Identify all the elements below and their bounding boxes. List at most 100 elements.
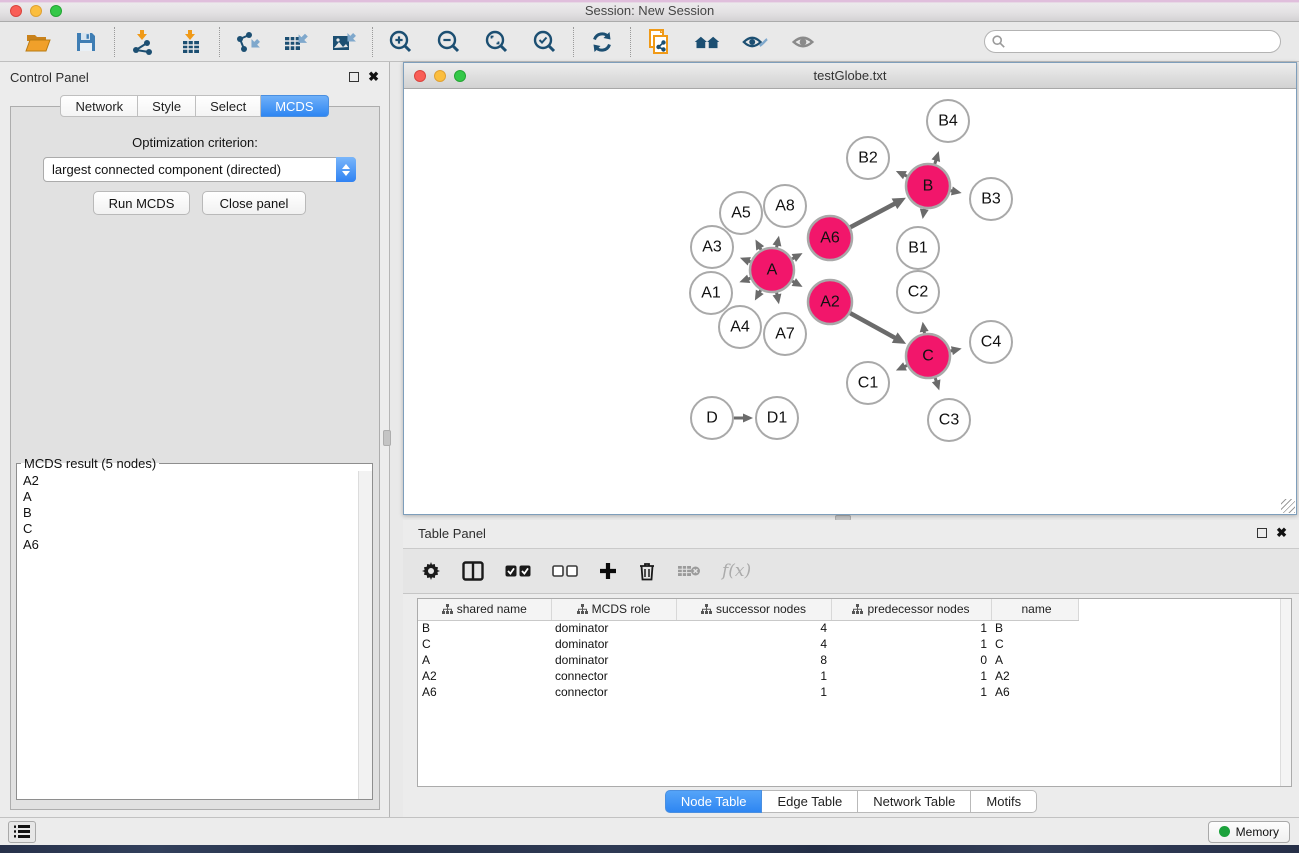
zoom-out-button[interactable] bbox=[435, 28, 463, 56]
tab-node-table[interactable]: Node Table bbox=[665, 790, 763, 813]
table-cell[interactable]: A6 bbox=[991, 684, 1078, 700]
float-panel-icon[interactable] bbox=[349, 72, 359, 82]
table-row[interactable]: Adominator80A bbox=[418, 652, 1078, 668]
table-row[interactable]: Bdominator41B bbox=[418, 620, 1078, 636]
mcds-result-item[interactable]: B bbox=[23, 505, 372, 521]
graph-node-C4[interactable]: C4 bbox=[970, 321, 1012, 363]
network-canvas[interactable]: B4B2BB3B1A5A8A6A3AA1C2A2A4A7C4CC1C3DD1 bbox=[404, 89, 1296, 514]
mcds-result-item[interactable]: A2 bbox=[23, 473, 372, 489]
graph-edge-A-A1[interactable] bbox=[739, 275, 750, 283]
export-network-button[interactable] bbox=[234, 28, 262, 56]
graph-edge-A-A3[interactable] bbox=[740, 257, 751, 265]
table-cell[interactable]: A bbox=[991, 652, 1078, 668]
table-cell[interactable]: dominator bbox=[551, 652, 676, 668]
tab-motifs[interactable]: Motifs bbox=[971, 790, 1037, 813]
window-resize-grip[interactable] bbox=[1281, 499, 1295, 513]
graph-edge-B-B4[interactable] bbox=[931, 151, 940, 164]
memory-button[interactable]: Memory bbox=[1208, 821, 1290, 843]
graph-node-A4[interactable]: A4 bbox=[719, 306, 761, 348]
hide-selected-button[interactable] bbox=[741, 28, 769, 56]
table-row[interactable]: A2connector11A2 bbox=[418, 668, 1078, 684]
table-cell[interactable]: 1 bbox=[831, 668, 991, 684]
search-field[interactable] bbox=[984, 30, 1281, 53]
column-header-name[interactable]: name bbox=[991, 599, 1078, 620]
result-list-scrollbar[interactable] bbox=[358, 471, 372, 799]
graph-node-D1[interactable]: D1 bbox=[756, 397, 798, 439]
tab-select[interactable]: Select bbox=[196, 95, 261, 117]
table-cell[interactable]: connector bbox=[551, 668, 676, 684]
table-cell[interactable]: A2 bbox=[991, 668, 1078, 684]
graph-node-A6[interactable]: A6 bbox=[808, 216, 852, 260]
export-table-button[interactable] bbox=[282, 28, 310, 56]
graph-edge-A6-B[interactable] bbox=[850, 198, 906, 228]
table-cell[interactable]: connector bbox=[551, 684, 676, 700]
table-cell[interactable]: 1 bbox=[676, 684, 831, 700]
table-row[interactable]: A6connector11A6 bbox=[418, 684, 1078, 700]
task-history-button[interactable] bbox=[8, 821, 36, 843]
graph-node-B2[interactable]: B2 bbox=[847, 137, 889, 179]
graph-edge-C-C2[interactable] bbox=[920, 322, 929, 333]
first-neighbors-button[interactable] bbox=[693, 28, 721, 56]
search-input[interactable] bbox=[1009, 32, 1280, 51]
zoom-in-button[interactable] bbox=[387, 28, 415, 56]
column-header-mcds-role[interactable]: MCDS role bbox=[551, 599, 676, 620]
graph-node-C3[interactable]: C3 bbox=[928, 399, 970, 441]
graph-node-C1[interactable]: C1 bbox=[847, 362, 889, 404]
graph-node-A8[interactable]: A8 bbox=[764, 185, 806, 227]
tab-mcds[interactable]: MCDS bbox=[261, 95, 328, 117]
graph-node-A3[interactable]: A3 bbox=[691, 226, 733, 268]
table-cell[interactable]: C bbox=[991, 636, 1078, 652]
mcds-result-item[interactable]: A6 bbox=[23, 537, 372, 553]
show-all-button[interactable] bbox=[789, 28, 817, 56]
graph-node-A2[interactable]: A2 bbox=[808, 280, 852, 324]
graph-node-C2[interactable]: C2 bbox=[897, 271, 939, 313]
table-cell[interactable]: 1 bbox=[831, 684, 991, 700]
table-cell[interactable]: A bbox=[418, 652, 551, 668]
criterion-select[interactable]: largest connected component (directed) bbox=[43, 157, 356, 182]
graph-edge-B-B3[interactable] bbox=[951, 187, 962, 196]
graph-node-B3[interactable]: B3 bbox=[970, 178, 1012, 220]
function-builder-button[interactable]: f(x) bbox=[722, 556, 751, 586]
graph-edge-D-D1[interactable] bbox=[734, 414, 753, 423]
graph-edge-C-C3[interactable] bbox=[932, 378, 941, 390]
graph-node-B1[interactable]: B1 bbox=[897, 227, 939, 269]
graph-edge-A2-C[interactable] bbox=[850, 313, 906, 344]
tab-edge-table[interactable]: Edge Table bbox=[762, 790, 858, 813]
graph-node-B4[interactable]: B4 bbox=[927, 100, 969, 142]
desktop-vertical-scroll-thumb[interactable] bbox=[383, 430, 391, 446]
delete-column-button[interactable] bbox=[638, 556, 656, 586]
table-cell[interactable]: 4 bbox=[676, 636, 831, 652]
table-cell[interactable]: A2 bbox=[418, 668, 551, 684]
graph-node-D[interactable]: D bbox=[691, 397, 733, 439]
column-header-shared-name[interactable]: shared name bbox=[418, 599, 551, 620]
table-cell[interactable]: 1 bbox=[676, 668, 831, 684]
column-header-predecessor-nodes[interactable]: predecessor nodes bbox=[831, 599, 991, 620]
table-cell[interactable]: dominator bbox=[551, 636, 676, 652]
show-column-button[interactable] bbox=[462, 556, 484, 586]
export-image-button[interactable] bbox=[330, 28, 358, 56]
graph-edge-A-A4[interactable] bbox=[755, 290, 764, 301]
graph-node-A[interactable]: A bbox=[750, 248, 794, 292]
save-session-button[interactable] bbox=[72, 28, 100, 56]
table-cell[interactable]: 8 bbox=[676, 652, 831, 668]
tab-style[interactable]: Style bbox=[138, 95, 196, 117]
table-settings-button[interactable] bbox=[421, 556, 441, 586]
table-cell[interactable]: B bbox=[418, 620, 551, 636]
zoom-fit-button[interactable] bbox=[483, 28, 511, 56]
network-window-titlebar[interactable]: testGlobe.txt bbox=[404, 63, 1296, 89]
open-file-button[interactable] bbox=[24, 28, 52, 56]
deselect-all-button[interactable] bbox=[552, 556, 578, 586]
table-cell[interactable]: A6 bbox=[418, 684, 551, 700]
table-cell[interactable]: C bbox=[418, 636, 551, 652]
tab-network-table[interactable]: Network Table bbox=[858, 790, 971, 813]
delete-table-button[interactable] bbox=[677, 556, 701, 586]
table-cell[interactable]: 1 bbox=[831, 636, 991, 652]
graph-edge-C-C1[interactable] bbox=[896, 362, 907, 370]
table-cell[interactable]: 1 bbox=[831, 620, 991, 636]
graph-edge-A-A2[interactable] bbox=[792, 278, 803, 287]
graph-node-A5[interactable]: A5 bbox=[720, 192, 762, 234]
table-float-panel-icon[interactable] bbox=[1257, 528, 1267, 538]
select-all-button[interactable] bbox=[505, 556, 531, 586]
graph-node-C[interactable]: C bbox=[906, 334, 950, 378]
table-row[interactable]: Cdominator41C bbox=[418, 636, 1078, 652]
